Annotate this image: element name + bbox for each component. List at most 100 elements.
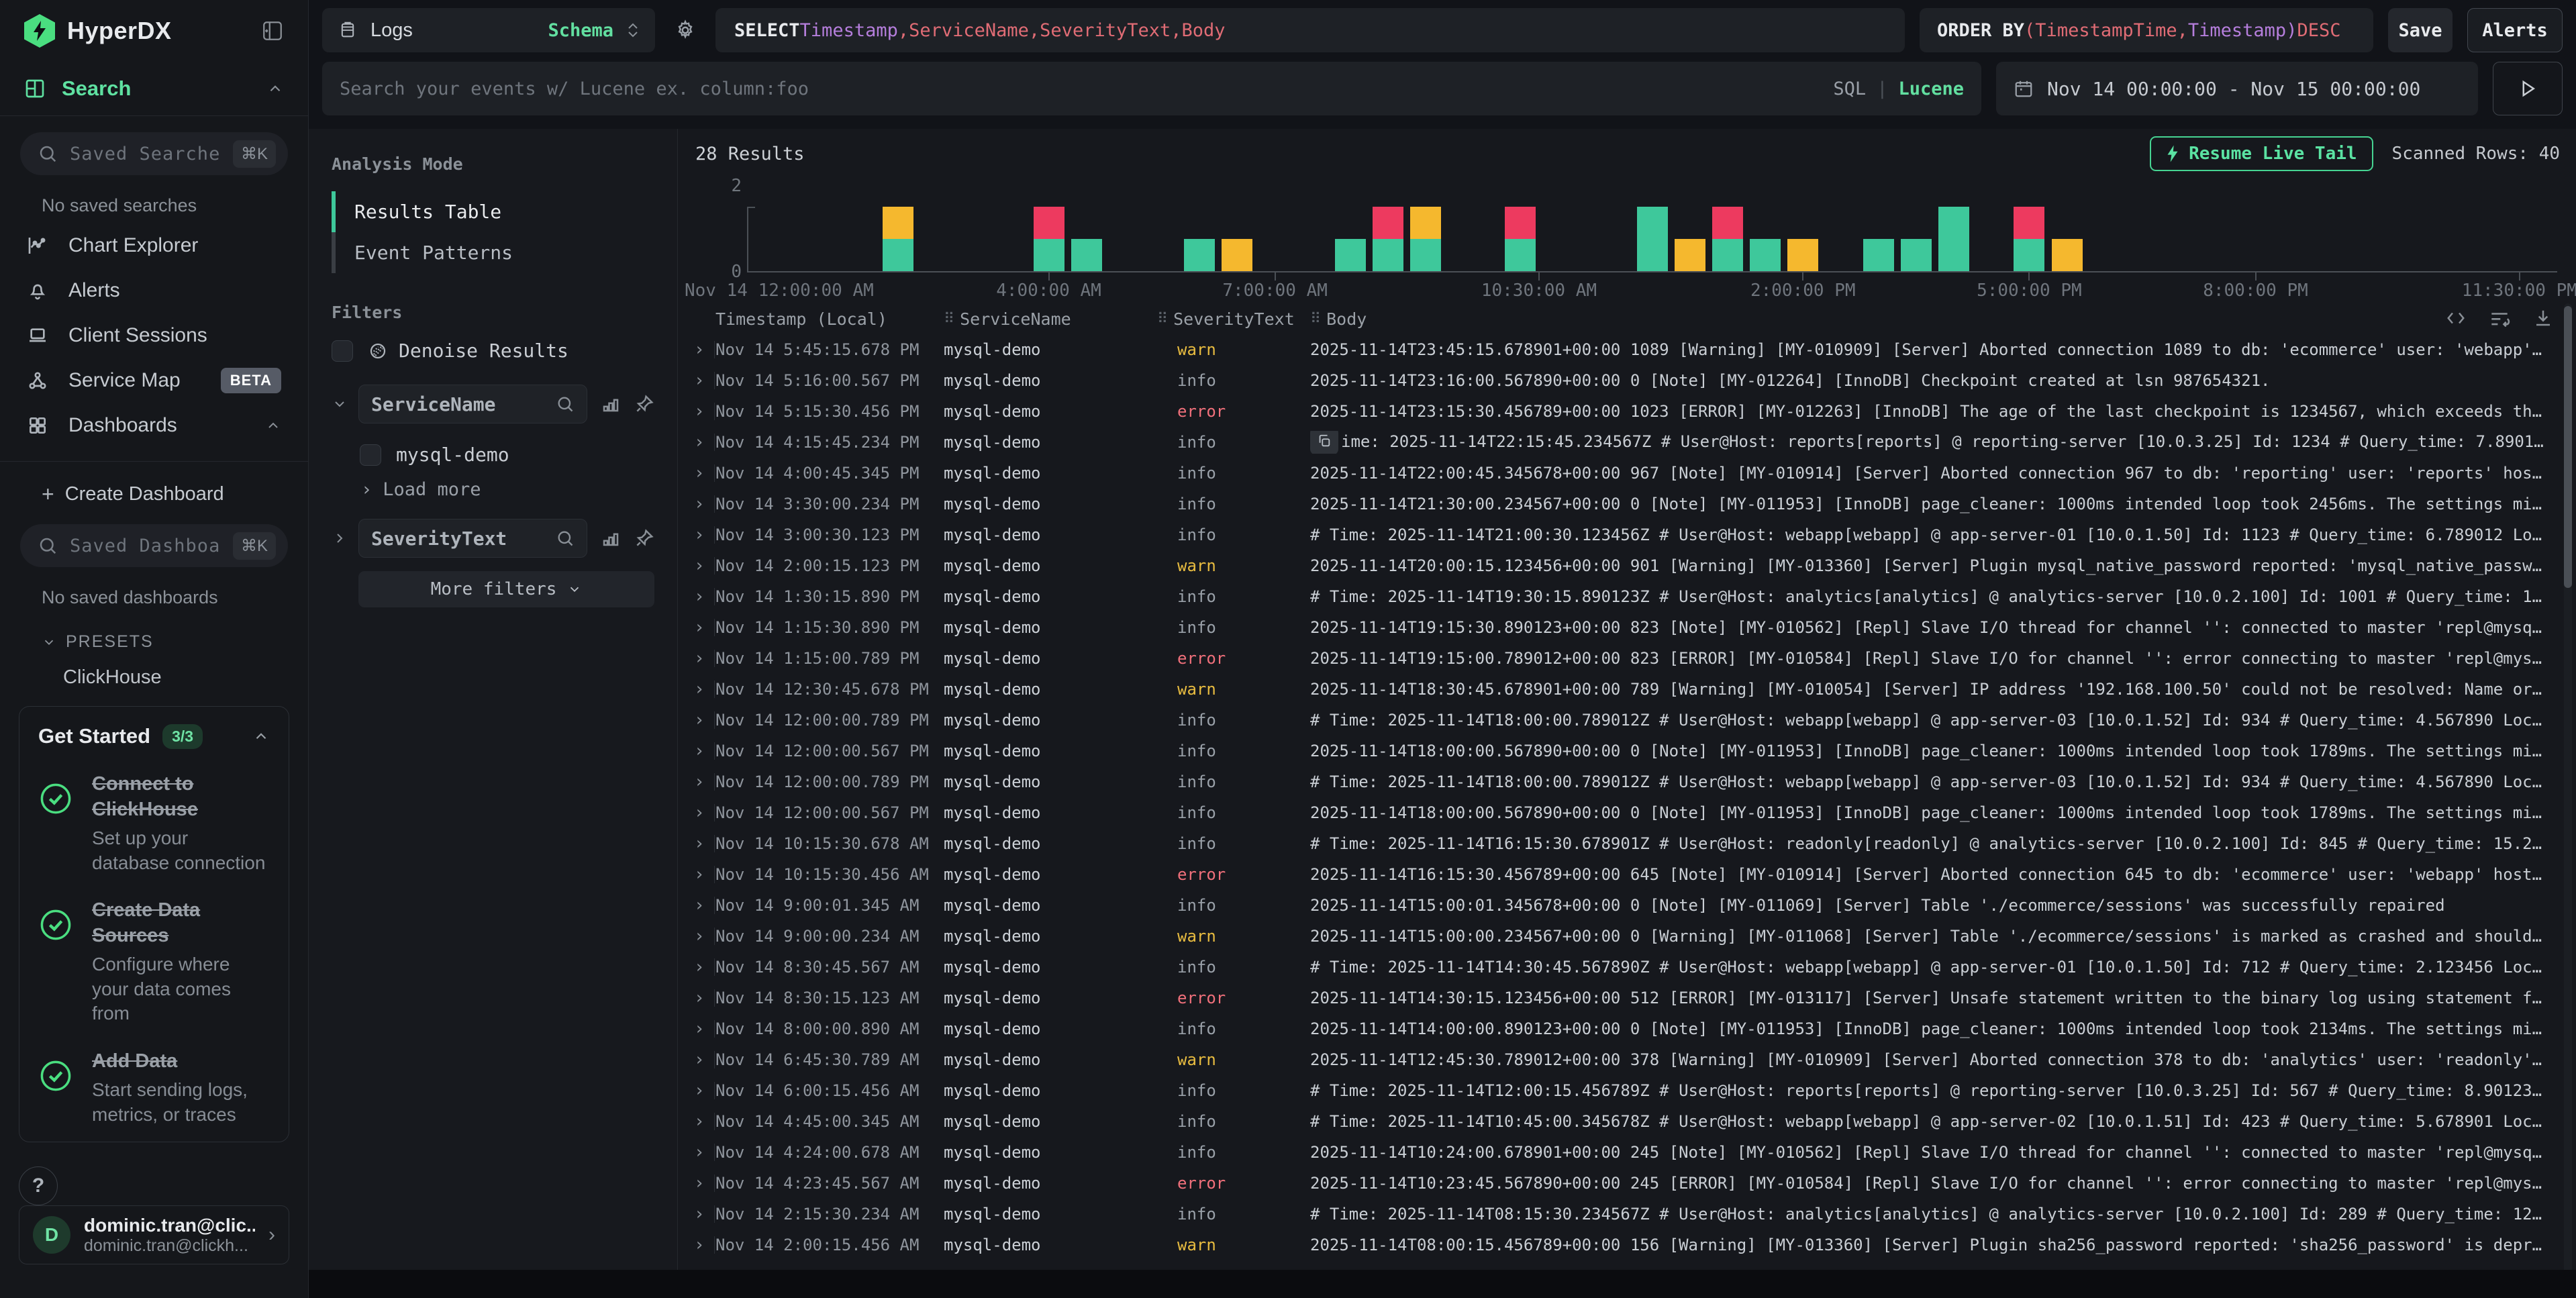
code-view-icon[interactable] (2446, 309, 2466, 327)
table-row[interactable]: › Nov 14 4:15:45.234 PM mysql-demo info … (678, 427, 2576, 458)
resume-live-tail-button[interactable]: Resume Live Tail (2150, 136, 2373, 171)
bar-chart-icon[interactable] (601, 394, 621, 414)
expand-row-icon[interactable]: › (694, 401, 705, 421)
expand-row-icon[interactable]: › (694, 1204, 705, 1224)
schema-toggle[interactable]: Schema (548, 20, 613, 41)
table-row[interactable]: › Nov 14 9:00:01.345 AM mysql-demo info … (678, 890, 2576, 921)
get-started-step[interactable]: Create Data Sources Configure where your… (38, 898, 270, 1026)
table-row[interactable]: › Nov 14 3:30:00.234 PM mysql-demo info … (678, 489, 2576, 519)
bar-chart-icon[interactable] (601, 528, 621, 548)
table-row[interactable]: › Nov 14 10:15:30.678 AM mysql-demo info… (678, 828, 2576, 859)
mysql-demo-checkbox[interactable] (360, 444, 381, 466)
histogram-bar[interactable] (1222, 239, 1252, 271)
chevron-up-icon[interactable] (265, 417, 281, 434)
wrap-lines-icon[interactable] (2489, 309, 2510, 327)
expand-row-icon[interactable]: › (694, 340, 705, 360)
drag-handle-icon[interactable]: ⠿ (1310, 311, 1320, 328)
alerts-button[interactable]: Alerts (2467, 8, 2563, 52)
get-started-step[interactable]: Add Data Start sending logs, metrics, or… (38, 1049, 270, 1127)
sidebar-item-alerts[interactable]: Alerts (20, 268, 288, 313)
saved-searches-input[interactable]: Saved Searches ⌘K (20, 132, 288, 175)
expand-row-icon[interactable]: › (694, 864, 705, 885)
user-menu[interactable]: D dominic.tran@clic... dominic.tran@clic… (19, 1205, 289, 1264)
table-row[interactable]: › Nov 14 5:45:15.678 PM mysql-demo warn … (678, 334, 2576, 365)
table-row[interactable]: › Nov 14 12:00:00.789 PM mysql-demo info… (678, 705, 2576, 736)
expand-row-icon[interactable]: › (694, 1111, 705, 1132)
pin-icon[interactable] (634, 528, 654, 548)
query-settings-gear-icon[interactable] (670, 8, 701, 52)
histogram-bar[interactable] (1863, 239, 1894, 271)
expand-row-icon[interactable]: › (694, 803, 705, 823)
histogram-bar[interactable] (1637, 207, 1668, 271)
histogram-bar[interactable] (1335, 239, 1366, 271)
histogram-bar[interactable] (1184, 239, 1215, 271)
sql-mode-toggle[interactable]: SQL (1833, 79, 1866, 99)
sidebar-preset-item[interactable]: ClickHouse (20, 657, 288, 698)
mode-results-table[interactable]: Results Table (332, 191, 654, 232)
histogram-bar[interactable] (1750, 239, 1781, 271)
table-row[interactable]: › Nov 14 9:00:00.234 AM mysql-demo warn … (678, 921, 2576, 952)
table-row[interactable]: › Nov 14 4:45:00.345 AM mysql-demo info … (678, 1106, 2576, 1137)
expand-row-icon[interactable]: › (694, 772, 705, 792)
table-row[interactable]: › Nov 14 2:15:30.234 AM mysql-demo info … (678, 1199, 2576, 1230)
sidebar-collapse-icon[interactable] (261, 19, 284, 42)
sql-select-input[interactable]: SELECT Timestamp,ServiceName,SeverityTex… (715, 8, 1905, 52)
histogram-bar[interactable] (1938, 207, 1969, 271)
download-icon[interactable] (2533, 309, 2553, 328)
lucene-mode-toggle[interactable]: Lucene (1898, 79, 1964, 99)
histogram-bar[interactable] (2014, 207, 2044, 271)
filter-value-mysql-demo[interactable]: mysql-demo (332, 437, 654, 472)
histogram-bar[interactable] (2052, 239, 2083, 271)
expand-row-icon[interactable]: › (694, 494, 705, 514)
table-row[interactable]: › Nov 14 5:15:30.456 PM mysql-demo error… (678, 396, 2576, 427)
table-row[interactable]: › Nov 14 8:00:00.890 AM mysql-demo info … (678, 1013, 2576, 1044)
histogram-bar[interactable] (1034, 207, 1064, 271)
pin-icon[interactable] (634, 394, 654, 414)
table-row[interactable]: › Nov 14 2:00:15.123 PM mysql-demo warn … (678, 550, 2576, 581)
expand-row-icon[interactable]: › (694, 741, 705, 761)
chevron-up-icon[interactable] (252, 728, 270, 745)
chevron-right-icon[interactable] (332, 530, 349, 546)
histogram-bar[interactable] (1901, 239, 1932, 271)
scrollbar-thumb[interactable] (2564, 306, 2572, 588)
save-button[interactable]: Save (2388, 8, 2453, 52)
date-range-picker[interactable]: Nov 14 00:00:00 - Nov 15 00:00:00 (1996, 62, 2478, 115)
table-row[interactable]: › Nov 14 1:15:30.890 PM mysql-demo info … (678, 612, 2576, 643)
order-by-input[interactable]: ORDER BY (TimestampTime, Timestamp) DESC (1920, 8, 2373, 52)
chevron-down-icon[interactable] (332, 396, 349, 412)
expand-row-icon[interactable]: › (694, 679, 705, 699)
saved-dashboards-input[interactable]: Saved Dashboards ⌘K (20, 524, 288, 567)
expand-row-icon[interactable]: › (694, 1235, 705, 1255)
expand-row-icon[interactable]: › (694, 556, 705, 576)
histogram-bar[interactable] (1712, 207, 1743, 271)
load-more-button[interactable]: › Load more (332, 472, 654, 519)
expand-row-icon[interactable]: › (694, 1019, 705, 1039)
expand-row-icon[interactable]: › (694, 1142, 705, 1162)
expand-row-icon[interactable]: › (694, 957, 705, 977)
expand-row-icon[interactable]: › (694, 1050, 705, 1070)
expand-row-icon[interactable]: › (694, 710, 705, 730)
search-icon[interactable] (556, 395, 575, 413)
mode-event-patterns[interactable]: Event Patterns (332, 232, 654, 273)
expand-row-icon[interactable]: › (694, 617, 705, 638)
filter-group-severitytext[interactable]: SeverityText (358, 519, 587, 558)
table-row[interactable]: › Nov 14 6:45:30.789 AM mysql-demo warn … (678, 1044, 2576, 1075)
histogram-bar[interactable] (1787, 239, 1818, 271)
sidebar-item-dashboards[interactable]: Dashboards (20, 403, 288, 448)
histogram-bar[interactable] (1505, 207, 1536, 271)
expand-row-icon[interactable]: › (694, 1081, 705, 1101)
table-row[interactable]: › Nov 14 12:00:00.789 PM mysql-demo info… (678, 766, 2576, 797)
get-started-step[interactable]: Connect to ClickHouse Set up your databa… (38, 772, 270, 875)
table-row[interactable]: › Nov 14 8:30:15.123 AM mysql-demo error… (678, 983, 2576, 1013)
table-row[interactable]: › Nov 14 1:15:00.789 PM mysql-demo error… (678, 643, 2576, 674)
sidebar-item-search[interactable]: Search (0, 62, 308, 115)
search-input[interactable]: Search your events w/ Lucene ex. column:… (322, 62, 1981, 115)
source-selector[interactable]: Logs Schema (322, 8, 655, 52)
expand-row-icon[interactable]: › (694, 432, 705, 452)
create-dashboard-button[interactable]: + Create Dashboard (20, 464, 288, 524)
histogram-bar[interactable] (1373, 207, 1403, 271)
table-row[interactable]: › Nov 14 6:00:15.456 AM mysql-demo info … (678, 1075, 2576, 1106)
column-header-timestamp[interactable]: Timestamp (Local) (715, 309, 944, 329)
drag-handle-icon[interactable]: ⠿ (1157, 311, 1167, 328)
histogram-bar[interactable] (1071, 239, 1102, 271)
